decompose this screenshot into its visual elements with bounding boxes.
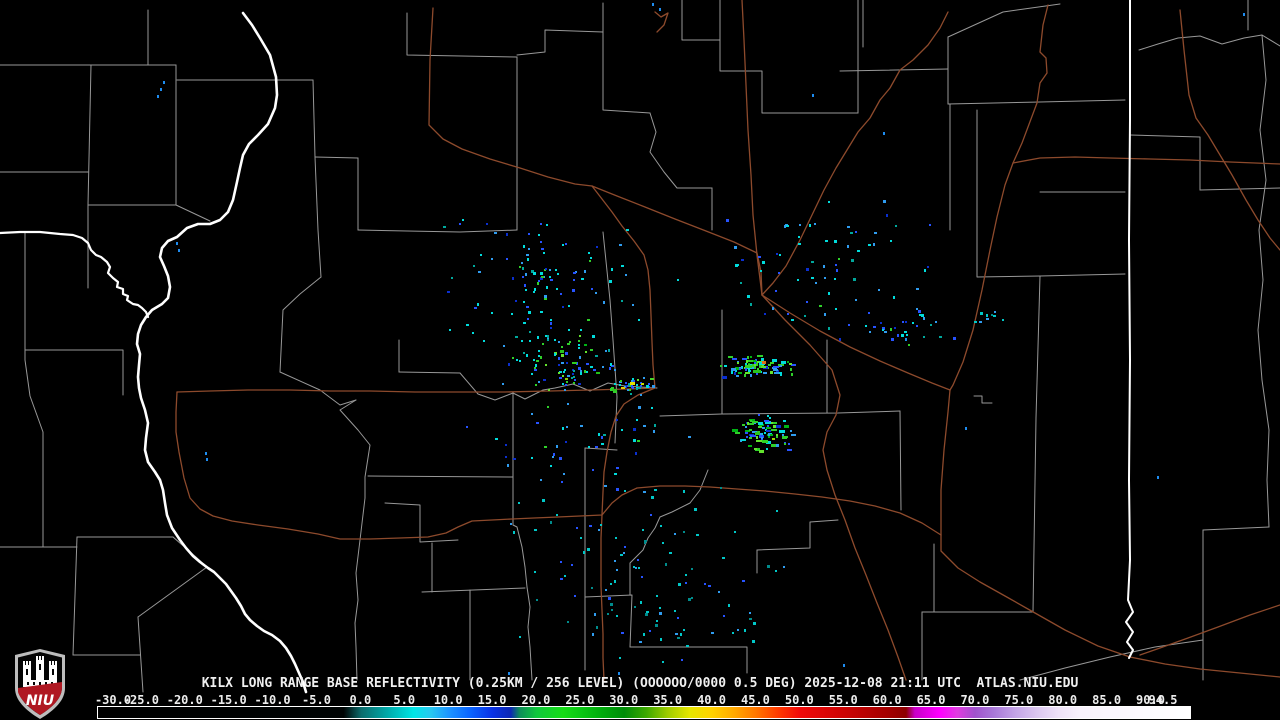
state-line-layer: [1125, 0, 1134, 659]
roads-layer: [175, 0, 1280, 681]
product-caption: KILX LONG RANGE BASE REFLECTIVITY (0.25K…: [201, 676, 1079, 691]
reflectivity-colorbar: [97, 706, 1191, 719]
county-lines-layer: [0, 0, 1280, 693]
scale-label: 75.0: [1004, 693, 1034, 707]
scale-label: 70.0: [960, 693, 990, 707]
scale-label: -20.0: [166, 693, 203, 707]
scale-label: 0.0: [349, 693, 372, 707]
niu-logo: NIU: [15, 649, 65, 719]
scale-label: 30.0: [609, 693, 639, 707]
scale-label: 10.0: [433, 693, 463, 707]
radar-screen: KILX LONG RANGE BASE REFLECTIVITY (0.25K…: [0, 0, 1280, 720]
scale-label: 25.0: [565, 693, 595, 707]
scale-label: 5.0: [393, 693, 416, 707]
radar-echoes-layer: [157, 3, 1245, 675]
scale-label: 94.5: [1148, 693, 1178, 707]
scale-label: -10.0: [254, 693, 291, 707]
scale-label: -15.0: [210, 693, 247, 707]
scale-label: 65.0: [916, 693, 946, 707]
logo-text: NIU: [26, 693, 55, 709]
scale-label: 55.0: [828, 693, 858, 707]
scale-label: -5.0: [302, 693, 331, 707]
scale-label: 20.0: [521, 693, 551, 707]
scale-label: 15.0: [477, 693, 507, 707]
scale-label: 45.0: [740, 693, 770, 707]
colorbar-scale-labels: -30.0 -25.0 -20.0 -15.0 -10.0 -5.0 0.0 5.0 10.0 1…: [0, 693, 1280, 707]
scale-label: 80.0: [1048, 693, 1078, 707]
scale-label: 40.0: [697, 693, 726, 707]
scale-label: 60.0: [872, 693, 902, 707]
scale-label: 85.0: [1092, 693, 1122, 707]
scale-label: 35.0: [653, 693, 683, 707]
river-lines-layer: [0, 11, 308, 694]
scale-label: 50.0: [784, 693, 814, 707]
radar-map: [0, 0, 1280, 694]
scale-label: -25.0: [122, 693, 159, 707]
